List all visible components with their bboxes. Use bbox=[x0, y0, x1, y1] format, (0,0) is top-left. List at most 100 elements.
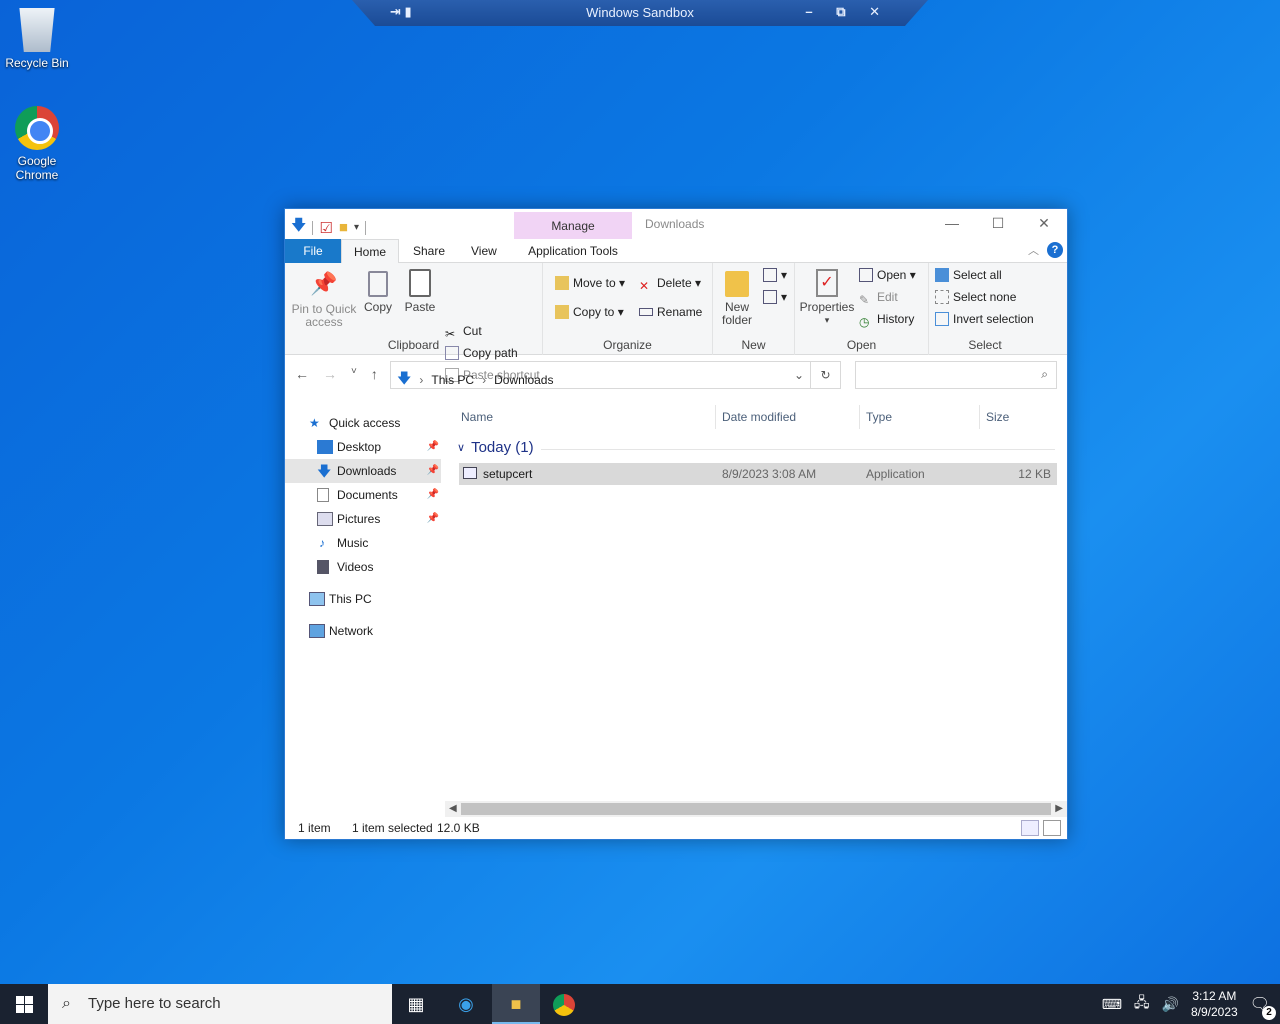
pin-icon[interactable]: 📌 bbox=[427, 483, 439, 507]
address-history-chevron-icon[interactable]: ⌄ bbox=[794, 368, 804, 382]
taskbar-search[interactable]: ⌕ Type here to search bbox=[48, 984, 392, 1024]
table-row[interactable]: setupcert 8/9/2023 3:08 AM Application 1… bbox=[459, 463, 1057, 485]
nav-downloads[interactable]: 🡇 Downloads 📌 bbox=[285, 459, 441, 483]
start-button[interactable] bbox=[0, 984, 48, 1024]
nav-this-pc[interactable]: This PC bbox=[285, 587, 441, 611]
tab-view[interactable]: View bbox=[459, 239, 509, 263]
column-header-date-modified[interactable]: Date modified bbox=[722, 405, 796, 429]
scroll-right-arrow-icon[interactable]: ▶ bbox=[1055, 801, 1063, 817]
windows-logo-icon bbox=[15, 995, 24, 1004]
tab-manage[interactable]: Manage bbox=[514, 212, 632, 239]
nav-quick-access[interactable]: ★ Quick access bbox=[285, 411, 441, 435]
nav-label: Music bbox=[337, 536, 369, 550]
nav-desktop[interactable]: Desktop 📌 bbox=[285, 435, 441, 459]
task-view-icon[interactable]: ▦ bbox=[392, 984, 440, 1024]
address-bar[interactable]: 🡇 › This PC › Downloads ⌄ bbox=[390, 361, 811, 389]
breadcrumb-this-pc[interactable]: This PC bbox=[431, 373, 474, 387]
windows-logo-icon bbox=[24, 995, 33, 1004]
copy-to-button[interactable]: Copy to ▾ bbox=[555, 302, 624, 322]
pin-icon[interactable]: 📌 bbox=[427, 435, 439, 459]
taskbar-search-placeholder: Type here to search bbox=[88, 995, 221, 1012]
pin-to-quick-access-button[interactable]: 📌 Pin to Quick access bbox=[289, 267, 359, 329]
scroll-left-arrow-icon[interactable]: ◀ bbox=[449, 801, 457, 817]
recent-locations-chevron-icon[interactable]: ˅ bbox=[351, 366, 357, 382]
breadcrumb-chevron-icon[interactable]: › bbox=[419, 373, 423, 387]
group-header-today[interactable]: ∨ Today (1) bbox=[457, 439, 534, 456]
open-button[interactable]: Open ▾ bbox=[859, 265, 916, 285]
properties-check-icon[interactable]: ☑ bbox=[319, 219, 332, 237]
column-divider[interactable] bbox=[715, 405, 716, 429]
pin-icon[interactable]: 📌 bbox=[427, 507, 439, 531]
column-divider[interactable] bbox=[859, 405, 860, 429]
chrome-taskbar-icon[interactable] bbox=[540, 984, 588, 1024]
chrome-icon bbox=[15, 106, 59, 150]
easy-access-button[interactable]: ▾ bbox=[763, 287, 787, 307]
back-arrow-icon[interactable]: ← bbox=[295, 366, 309, 382]
new-folder-icon[interactable]: ■ bbox=[339, 219, 348, 236]
nav-pictures[interactable]: Pictures 📌 bbox=[285, 507, 441, 531]
customize-toolbar-chevron-icon[interactable]: ▾ bbox=[354, 222, 359, 233]
new-folder-button[interactable]: New folder bbox=[717, 267, 757, 327]
minimize-button[interactable]: — bbox=[929, 209, 975, 239]
large-icons-view-icon[interactable] bbox=[1043, 820, 1061, 836]
keyboard-icon[interactable]: ⌨ bbox=[1102, 996, 1122, 1013]
rename-button[interactable]: Rename bbox=[639, 302, 702, 322]
clock-time: 3:12 AM bbox=[1192, 989, 1237, 1003]
column-divider[interactable] bbox=[979, 405, 980, 429]
desktop-icon-recycle-bin[interactable]: Recycle Bin bbox=[0, 8, 74, 70]
tab-file[interactable]: File bbox=[285, 239, 341, 263]
nav-network[interactable]: Network bbox=[285, 619, 441, 643]
refresh-icon: ↻ bbox=[820, 368, 831, 382]
new-item-button[interactable]: ▾ bbox=[763, 265, 787, 285]
nav-music[interactable]: ♪ Music bbox=[285, 531, 441, 555]
tab-application-tools[interactable]: Application Tools bbox=[514, 239, 632, 263]
collapse-ribbon-chevron-icon[interactable]: ︿ bbox=[1028, 242, 1039, 258]
up-arrow-icon[interactable]: ↑ bbox=[371, 366, 378, 382]
search-input[interactable] bbox=[860, 363, 1030, 387]
maximize-button[interactable]: ☐ bbox=[975, 209, 1021, 239]
delete-button[interactable]: ✕ Delete ▾ bbox=[639, 273, 701, 293]
close-button[interactable]: ✕ bbox=[1021, 209, 1067, 239]
refresh-button[interactable]: ↻ bbox=[811, 361, 841, 389]
desktop-icon-label: Google Chrome bbox=[15, 154, 59, 182]
column-header-size[interactable]: Size bbox=[986, 405, 1009, 429]
nav-videos[interactable]: Videos bbox=[285, 555, 441, 579]
recycle-bin-icon bbox=[19, 8, 55, 52]
edit-button[interactable]: ✎ Edit bbox=[859, 287, 898, 307]
column-header-name[interactable]: Name bbox=[461, 405, 493, 429]
desktop-icon-google-chrome[interactable]: Google Chrome bbox=[0, 106, 74, 182]
sandbox-window-controls[interactable]: – ⧉ ✕ bbox=[805, 4, 890, 20]
forward-arrow-icon[interactable]: → bbox=[323, 366, 337, 382]
horizontal-scrollbar[interactable]: ◀ ▶ bbox=[445, 801, 1067, 817]
nav-label: Downloads bbox=[337, 464, 397, 478]
details-view-icon[interactable] bbox=[1021, 820, 1039, 836]
column-header-type[interactable]: Type bbox=[866, 405, 892, 429]
select-all-button[interactable]: Select all bbox=[935, 265, 1002, 285]
breadcrumb-downloads[interactable]: Downloads bbox=[494, 373, 553, 387]
properties-button[interactable]: ✓ Properties ▾ bbox=[799, 267, 855, 327]
select-none-button[interactable]: Select none bbox=[935, 287, 1016, 307]
tab-share[interactable]: Share bbox=[401, 239, 457, 263]
scrollbar-thumb[interactable] bbox=[461, 803, 1051, 815]
pin-icon[interactable]: 📌 bbox=[427, 459, 439, 483]
invert-selection-button[interactable]: Invert selection bbox=[935, 309, 1034, 329]
clock[interactable]: 3:12 AM 8/9/2023 bbox=[1191, 988, 1238, 1020]
edge-icon[interactable]: ◉ bbox=[442, 984, 490, 1024]
file-explorer-icon[interactable]: ■ bbox=[492, 984, 540, 1024]
ribbon-group-clipboard: 📌 Pin to Quick access Copy Paste ✂ Cut Co… bbox=[285, 263, 543, 382]
notifications-icon[interactable]: 🗨 2 bbox=[1250, 994, 1276, 1020]
search-box[interactable]: ⌕ bbox=[855, 361, 1057, 389]
nav-documents[interactable]: Documents 📌 bbox=[285, 483, 441, 507]
tab-home[interactable]: Home bbox=[341, 239, 400, 264]
volume-icon[interactable]: 🔊 bbox=[1162, 996, 1179, 1013]
copy-button[interactable]: Copy bbox=[361, 267, 395, 314]
help-icon[interactable]: ? bbox=[1047, 242, 1063, 258]
window-title-bar[interactable]: 🡇 ☑ ■ ▾ Manage Downloads — ☐ ✕ bbox=[285, 209, 1067, 239]
network-tray-icon[interactable]: 🖧 bbox=[1134, 992, 1150, 1016]
move-to-button[interactable]: Move to ▾ bbox=[555, 273, 625, 293]
history-clock-icon: ◷ bbox=[859, 315, 870, 329]
open-label: Open bbox=[877, 268, 907, 282]
history-button[interactable]: ◷ History bbox=[859, 309, 914, 329]
breadcrumb-chevron-icon[interactable]: › bbox=[482, 373, 486, 387]
paste-button[interactable]: Paste bbox=[401, 267, 439, 314]
